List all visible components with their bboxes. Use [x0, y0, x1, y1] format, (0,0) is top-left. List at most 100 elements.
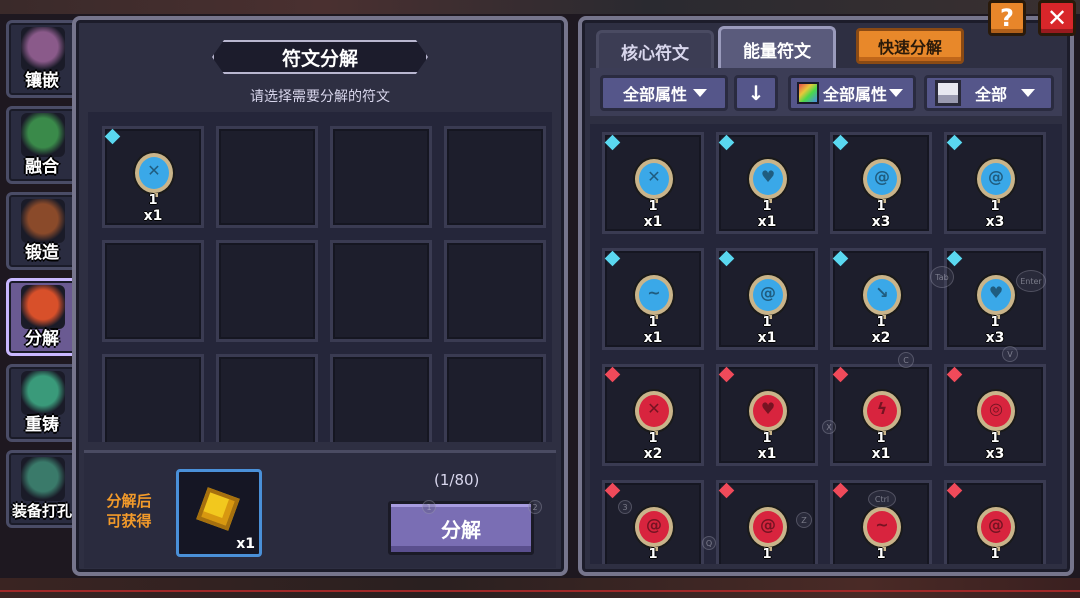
obtain-label: 分解后 可获得: [92, 491, 166, 531]
side-tab-4[interactable]: 分解: [6, 278, 78, 356]
chevron-down-icon: [693, 89, 708, 97]
rune-icon: ✕: [135, 153, 173, 193]
side-tab-label: 融合: [25, 157, 59, 177]
gem-icon: [946, 482, 963, 499]
key-hint: C: [898, 352, 914, 368]
rune-icon: @: [977, 507, 1015, 547]
rune-cell[interactable]: ↘ 1 x2: [830, 248, 932, 350]
rune-cell[interactable]: @1 x1: [716, 248, 818, 350]
rune-level: 1: [648, 547, 658, 562]
rune-quantity: x2: [871, 330, 891, 346]
decompose-slot[interactable]: [444, 126, 546, 228]
inlay-icon: [21, 27, 65, 71]
decompose-slot[interactable]: [216, 240, 318, 342]
rune-icon: ♥: [749, 391, 787, 431]
rune-cell[interactable]: ◎ 1 x3: [944, 364, 1046, 466]
help-button[interactable]: ?: [988, 0, 1026, 36]
rune-cell[interactable]: ~1 x1: [602, 248, 704, 350]
decompose-slot[interactable]: [444, 354, 546, 442]
reward-slot[interactable]: x1: [176, 469, 262, 557]
tab-core-runes-label: 核心符文: [621, 44, 689, 64]
gem-icon: [832, 366, 849, 383]
reward-area: 分解后 可获得 x1 (1/80) 分解: [84, 450, 556, 568]
decompose-slot[interactable]: [216, 126, 318, 228]
rune-quantity: x1: [871, 446, 891, 462]
side-tab-3[interactable]: 锻造: [6, 192, 78, 270]
decompose-slot[interactable]: [330, 240, 432, 342]
gem-icon: [718, 134, 735, 151]
rune-icon: ~: [635, 275, 673, 315]
rune-cell[interactable]: ✕ 1 x2: [602, 364, 704, 466]
tab-energy-runes[interactable]: 能量符文: [718, 26, 836, 70]
arrow-down-icon: ↓: [747, 81, 765, 105]
decompose-slot[interactable]: [102, 354, 204, 442]
rune-icon: ♥: [749, 159, 787, 199]
rune-icon: @: [977, 159, 1015, 199]
rune-glyph: ♥: [760, 399, 776, 418]
gem-icon: [718, 250, 735, 267]
rune-level: 1: [990, 431, 1000, 446]
rune-glyph: ↘: [875, 283, 889, 302]
tab-energy-runes-label: 能量符文: [743, 42, 811, 62]
rune-level: 1: [990, 547, 1000, 562]
rune-glyph: ϟ: [876, 399, 888, 418]
rune-icon: ϟ: [863, 391, 901, 431]
key-hint: Ctrl: [868, 490, 896, 508]
rune-quantity: x3: [985, 330, 1005, 346]
rune-cell[interactable]: ✕ 1 x1: [602, 132, 704, 234]
rune-icon: ✕: [635, 159, 673, 199]
key-hint: Z: [796, 512, 812, 528]
close-button[interactable]: ✕: [1038, 0, 1076, 36]
rune-cell[interactable]: @1: [944, 480, 1046, 564]
rune-level: 1: [990, 199, 1000, 214]
rune-glyph: ✕: [647, 167, 661, 186]
rune-cell[interactable]: @1: [602, 480, 704, 564]
gem-icon: [604, 482, 621, 499]
key-hint: 1: [422, 500, 436, 514]
tab-core-runes[interactable]: 核心符文: [596, 30, 714, 70]
rune-level: 1: [990, 315, 1000, 330]
decompose-icon: [21, 285, 65, 329]
side-tab-2[interactable]: 融合: [6, 106, 78, 184]
fusion-icon: [21, 113, 65, 157]
rune-quantity: x2: [643, 446, 663, 462]
rune-level: 1: [648, 315, 658, 330]
element-filter-dropdown[interactable]: 全部属性: [788, 75, 916, 111]
decompose-slot[interactable]: [330, 126, 432, 228]
gem-icon: [604, 366, 621, 383]
rune-icon: @: [863, 159, 901, 199]
rarity-filter-label: 全部: [975, 85, 1008, 104]
decompose-panel: 符文分解 请选择需要分解的符文 ✕ 1 x1 分解后 可获得 x1 (1/80) 分…: [72, 16, 568, 576]
rune-icon: ~: [863, 507, 901, 547]
quick-decompose-button[interactable]: 快速分解: [856, 28, 964, 64]
side-tab-1[interactable]: 镶嵌: [6, 20, 78, 98]
decompose-slot[interactable]: [444, 240, 546, 342]
rune-cell[interactable]: ♥ 1 x1: [716, 364, 818, 466]
rune-cell[interactable]: ♥ 1 x3: [944, 248, 1046, 350]
rune-quantity: x3: [985, 446, 1005, 462]
rarity-filter-dropdown[interactable]: 全部: [924, 75, 1054, 111]
rune-glyph: ✕: [647, 399, 661, 418]
rune-glyph: @: [988, 167, 1004, 186]
side-tab-6[interactable]: 装备打孔: [6, 450, 78, 528]
decompose-slot[interactable]: [216, 354, 318, 442]
decompose-slot[interactable]: ✕ 1 x1: [102, 126, 204, 228]
attribute-filter-dropdown[interactable]: 全部属性: [600, 75, 728, 111]
side-tab-label: 分解: [25, 329, 59, 349]
gem-icon: [604, 250, 621, 267]
rune-cell[interactable]: ♥ 1 x1: [716, 132, 818, 234]
rune-cell[interactable]: @1 x3: [944, 132, 1046, 234]
rune-cell[interactable]: ϟ 1 x1: [830, 364, 932, 466]
decompose-button[interactable]: 分解: [388, 501, 534, 555]
side-tab-5[interactable]: 重铸: [6, 364, 78, 442]
decompose-slot[interactable]: [330, 354, 432, 442]
rune-glyph: ~: [647, 283, 661, 302]
rune-level: 1: [762, 199, 772, 214]
element-filter-label: 全部属性: [823, 85, 888, 104]
rune-quantity: x1: [143, 208, 163, 224]
forge-icon: [21, 199, 65, 243]
gem-icon: [104, 128, 121, 145]
rune-cell[interactable]: @1 x3: [830, 132, 932, 234]
decompose-slot[interactable]: [102, 240, 204, 342]
sort-button[interactable]: ↓: [734, 75, 778, 111]
